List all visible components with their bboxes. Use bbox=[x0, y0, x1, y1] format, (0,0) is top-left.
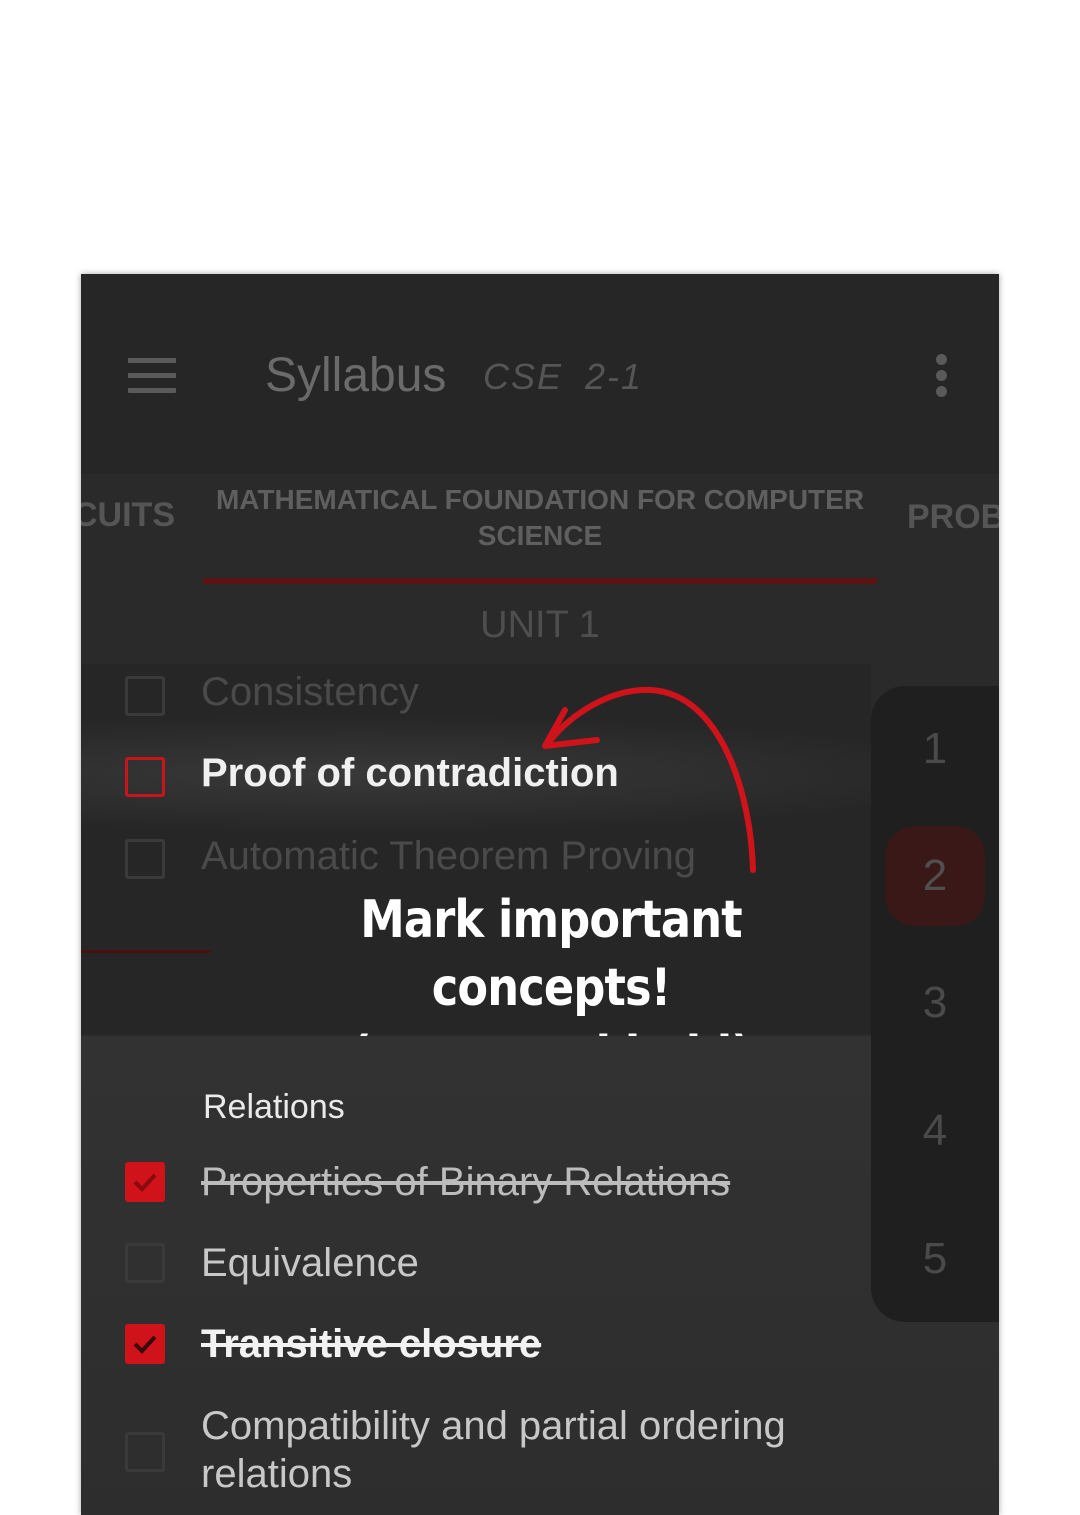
app-screen: Syllabus CSE 2-1 CUITS MATHEMATICAL FOUN… bbox=[81, 274, 999, 1515]
app-subtitle: CSE 2-1 bbox=[483, 356, 644, 397]
list-item[interactable]: Compatibility and partial ordering relat… bbox=[81, 1402, 841, 1502]
unit-index-rail: 1 2 3 4 5 bbox=[871, 686, 999, 1322]
topic-label: Consistency bbox=[201, 670, 419, 714]
app-title: Syllabus bbox=[265, 349, 447, 402]
divider bbox=[81, 950, 211, 953]
list-item[interactable]: Properties of Binary Relations bbox=[81, 1160, 881, 1230]
check-icon bbox=[133, 1173, 157, 1192]
topic-section: Relations Properties of Binary Relations… bbox=[81, 1036, 999, 1515]
unit-index-4[interactable]: 4 bbox=[871, 1106, 999, 1156]
checkbox[interactable] bbox=[125, 757, 165, 797]
topic-label: Properties of Binary Relations bbox=[201, 1160, 731, 1204]
checkbox[interactable] bbox=[125, 1243, 165, 1283]
checkbox[interactable] bbox=[125, 676, 165, 716]
unit-header: UNIT 1 bbox=[480, 604, 600, 646]
unit-index-3[interactable]: 3 bbox=[871, 978, 999, 1028]
section-title: Relations bbox=[203, 1088, 345, 1126]
tab-circuits[interactable]: CUITS bbox=[81, 496, 175, 535]
tab-math-foundation[interactable]: MATHEMATICAL FOUNDATION FOR COMPUTER SCI… bbox=[203, 482, 877, 554]
checkbox[interactable] bbox=[125, 839, 165, 879]
check-icon bbox=[133, 1335, 157, 1354]
checkbox[interactable] bbox=[125, 1432, 165, 1472]
more-vertical-icon[interactable] bbox=[936, 354, 948, 398]
app-bar: Syllabus CSE 2-1 CUITS MATHEMATICAL FOUN… bbox=[81, 274, 999, 551]
checkbox-checked[interactable] bbox=[125, 1324, 165, 1364]
list-item[interactable]: Transitive closure bbox=[81, 1322, 881, 1392]
unit-index-1[interactable]: 1 bbox=[871, 724, 999, 774]
unit-index-2-selected[interactable]: 2 bbox=[885, 826, 985, 926]
checkbox-checked[interactable] bbox=[125, 1162, 165, 1202]
list-item[interactable]: Equivalence bbox=[81, 1241, 881, 1311]
curved-arrow-icon bbox=[542, 686, 756, 873]
unit-index-5[interactable]: 5 bbox=[871, 1234, 999, 1284]
topic-label: Compatibility and partial ordering relat… bbox=[201, 1404, 786, 1496]
tab-probability[interactable]: PROB bbox=[907, 498, 999, 537]
hamburger-menu-icon[interactable] bbox=[128, 358, 176, 394]
topic-label: Transitive closure bbox=[201, 1322, 542, 1366]
topic-label: Equivalence bbox=[201, 1241, 419, 1285]
callout-line-1: Mark important concepts! bbox=[360, 890, 742, 1018]
active-tab-indicator bbox=[203, 578, 877, 584]
